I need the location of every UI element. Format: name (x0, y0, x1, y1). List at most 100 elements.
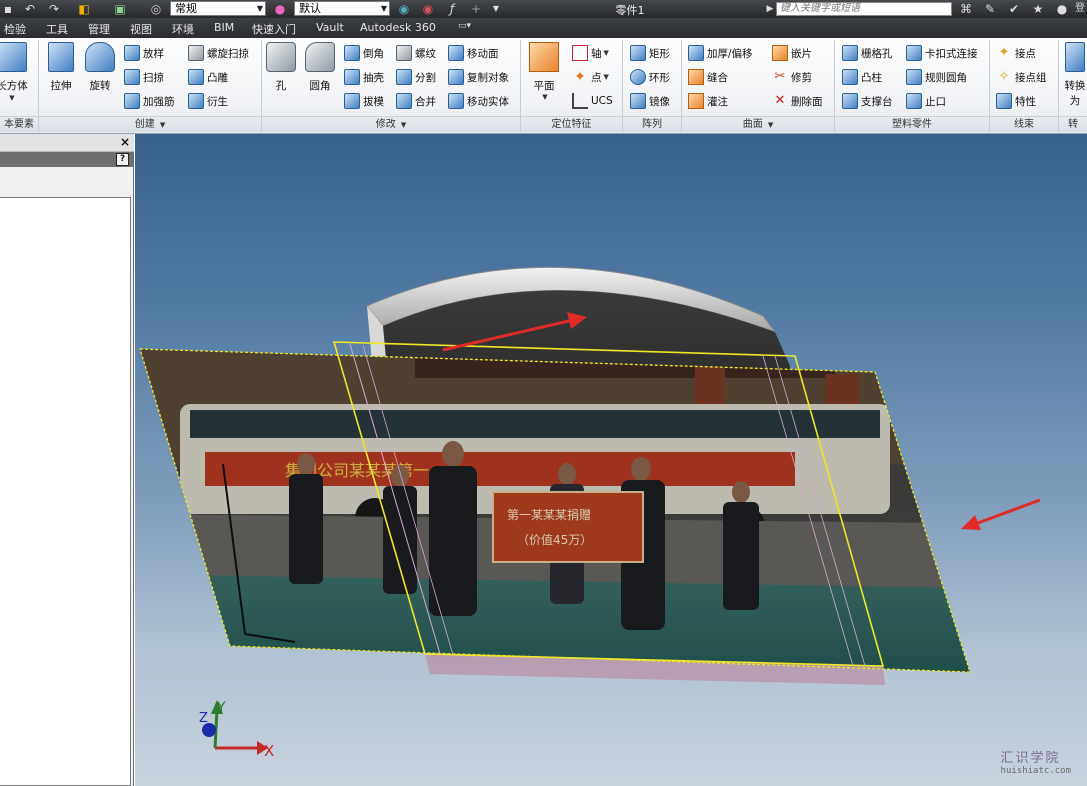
panel-surface[interactable]: 曲面 ▼ (682, 116, 834, 132)
thread-button[interactable]: 螺纹 (396, 43, 436, 63)
derive-label: 衍生 (207, 95, 228, 108)
copy-object-icon (448, 69, 464, 85)
move-bodies-icon (448, 93, 464, 109)
redo-icon[interactable]: ↷ (46, 1, 62, 17)
graphics-viewport[interactable]: 集团公司某某某第一 第一某某某捐赠 （价值45万） X Y Z 汇识学院 hui… (135, 134, 1087, 786)
browser-tree[interactable] (0, 197, 131, 786)
revolve-button[interactable]: 旋转 (82, 42, 118, 93)
rest-button[interactable]: 支撑台 (842, 91, 893, 111)
point-button[interactable]: ✦ 点 ▼ (572, 67, 609, 87)
rectangular-pattern-icon (630, 45, 646, 61)
splice-button[interactable]: ✦ 接点 (996, 43, 1036, 63)
loft-button[interactable]: 放样 (124, 43, 164, 63)
boss-button[interactable]: 凸柱 (842, 67, 882, 87)
draft-label: 拔模 (363, 95, 384, 108)
revolve-label: 旋转 (89, 80, 111, 92)
draft-button[interactable]: 拔模 (344, 91, 384, 111)
harness-properties-button[interactable]: 特性 (996, 91, 1036, 111)
grill-label: 栅格孔 (861, 47, 893, 60)
save-icon[interactable]: ▪ (0, 1, 16, 17)
tab-inspect[interactable]: 检验 (4, 21, 26, 37)
add-icon[interactable]: + (468, 1, 484, 17)
decal-photo[interactable]: 集团公司某某某第一 第一某某某捐赠 （价值45万） (135, 334, 1035, 694)
sign-in-label[interactable]: 登 (1072, 1, 1087, 17)
panel-harness[interactable]: 线束 (990, 116, 1058, 132)
rib-button[interactable]: 加强筋 (124, 91, 175, 111)
coil-button[interactable]: 螺旋扫掠 (188, 43, 249, 63)
patch-button[interactable]: 灌注 (688, 91, 728, 111)
panel-create[interactable]: 创建 ▼ (39, 116, 261, 132)
tab-vault[interactable]: Vault (316, 21, 344, 34)
panel-convert[interactable]: 转 (1059, 116, 1087, 132)
panel-pattern[interactable]: 阵列 (623, 116, 681, 132)
subscription-icon[interactable]: ✔ (1006, 1, 1022, 17)
shell-button[interactable]: 抽壳 (344, 67, 384, 87)
tools-icon[interactable]: ✎ (982, 1, 998, 17)
tab-environments[interactable]: 环境 (172, 21, 194, 37)
panel-plastic-part[interactable]: 塑料零件 (835, 116, 989, 132)
panel-modify[interactable]: 修改 ▼ (262, 116, 520, 132)
snap-fit-button[interactable]: 卡扣式连接 (906, 43, 978, 63)
style-combo[interactable]: 常规 ▼ (170, 1, 266, 16)
move-face-button[interactable]: 移动面 (448, 43, 499, 63)
move-bodies-button[interactable]: 移动实体 (448, 91, 509, 111)
user-icon[interactable]: ● (1054, 1, 1070, 17)
trim-button[interactable]: ✂ 修剪 (772, 67, 812, 87)
select-mode-icon[interactable]: ◎ (148, 1, 164, 17)
stitch-icon (688, 69, 704, 85)
scene-3d[interactable]: 集团公司某某某第一 第一某某某捐赠 （价值45万） X Y Z (135, 134, 1087, 786)
box-button[interactable]: 长方体 ▼ (0, 42, 32, 102)
rule-fillet-button[interactable]: 规则圆角 (906, 67, 967, 87)
tab-manage[interactable]: 管理 (88, 21, 110, 37)
fillet-button[interactable]: 圆角 (302, 42, 338, 93)
splice-group-button[interactable]: ✧ 接点组 (996, 67, 1047, 87)
plane-button[interactable]: 平面 ▼ (526, 42, 562, 101)
help-icon[interactable]: ? (116, 153, 129, 166)
adjust-icon[interactable]: ◉ (396, 1, 412, 17)
grill-button[interactable]: 栅格孔 (842, 43, 893, 63)
favorites-icon[interactable]: ★ (1030, 1, 1046, 17)
ribbon-toggle-icon[interactable]: ▭▾ (458, 21, 471, 31)
combine-button[interactable]: 合并 (396, 91, 436, 111)
binoculars-icon[interactable]: ⌘ (958, 1, 974, 17)
tab-bim[interactable]: BIM (214, 21, 234, 34)
split-button[interactable]: 分割 (396, 67, 436, 87)
circular-pattern-button[interactable]: 环形 (630, 67, 670, 87)
customize-icon[interactable]: ▼ (488, 1, 504, 17)
tab-get-started[interactable]: 快速入门 (252, 21, 296, 37)
tab-autodesk-360[interactable]: Autodesk 360 (360, 21, 436, 34)
sweep-button[interactable]: 扫掠 (124, 67, 164, 87)
convert-icon (1065, 42, 1085, 72)
view-cube-axes[interactable]: X Y Z (199, 700, 274, 760)
rectangular-pattern-button[interactable]: 矩形 (630, 43, 670, 63)
thread-icon (396, 45, 412, 61)
material-combo[interactable]: 默认 ▼ (294, 1, 390, 16)
clear-override-icon[interactable]: ◉ (420, 1, 436, 17)
derive-button[interactable]: 衍生 (188, 91, 228, 111)
sculpt-button[interactable]: 嵌片 (772, 43, 812, 63)
delete-face-button[interactable]: ✕ 删除面 (772, 91, 823, 111)
undo-icon[interactable]: ↶ (22, 1, 38, 17)
extrude-button[interactable]: 拉伸 (44, 42, 78, 93)
thicken-button[interactable]: 加厚/偏移 (688, 43, 753, 63)
mirror-button[interactable]: 镜像 (630, 91, 670, 111)
search-input[interactable]: 键入关键字或短语 (776, 2, 952, 16)
color-wheel-icon[interactable]: ● (272, 1, 288, 17)
emboss-button[interactable]: 凸雕 (188, 67, 228, 87)
panel-primitives[interactable]: 本要素 (0, 116, 38, 132)
close-icon[interactable]: × (120, 135, 130, 149)
tab-view[interactable]: 视图 (130, 21, 152, 37)
convert-button[interactable]: 转换为 (1060, 42, 1087, 108)
stitch-button[interactable]: 缝合 (688, 67, 728, 87)
panel-work-features[interactable]: 定位特征 (521, 116, 622, 132)
copy-object-button[interactable]: 复制对象 (448, 67, 509, 87)
update-icon[interactable]: ▣ (112, 1, 128, 17)
ucs-button[interactable]: UCS (572, 91, 613, 111)
hole-button[interactable]: 孔 (266, 42, 296, 93)
parameters-icon[interactable]: ƒ (444, 1, 460, 17)
chamfer-button[interactable]: 倒角 (344, 43, 384, 63)
return-icon[interactable]: ◧ (76, 1, 92, 17)
tab-tools[interactable]: 工具 (46, 21, 68, 37)
axis-button[interactable]: 轴 ▼ (572, 43, 609, 63)
lip-button[interactable]: 止口 (906, 91, 946, 111)
